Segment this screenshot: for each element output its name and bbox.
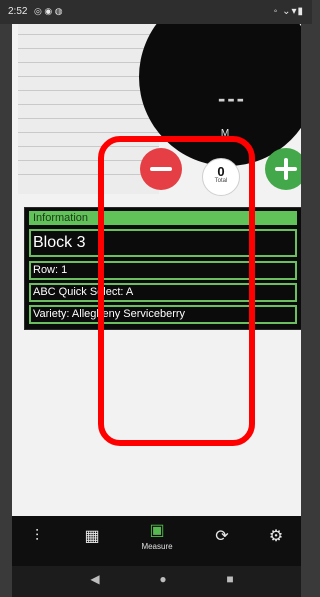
annotation-highlight [98,136,255,446]
nav-settings[interactable]: ⚙ [251,516,301,566]
status-bar: 2:52 ◎ ◉ ◍ ◦ ⌄▾▮ [0,0,312,24]
nav-grid[interactable]: ▦ [67,516,117,566]
folder-icon: ▣ [149,522,165,539]
system-navigation-bar: ◀ ● ■ [12,566,301,597]
nav-refresh[interactable]: ⟳ [197,516,247,566]
grid-icon: ▦ [84,528,100,545]
bottom-navigation: ⫶ ▦ ▣ Measure ⟳ ⚙ [12,516,301,566]
nav-measure-label: Measure [141,542,173,551]
increment-button[interactable] [265,148,301,190]
notification-icons: ◎ ◉ ◍ [34,6,63,16]
nav-measure[interactable]: ▣ Measure [132,516,182,566]
app-content: --- M 0 Total Information Block 3 Row: 1… [12,24,301,516]
back-icon[interactable]: ◀ [80,572,110,592]
recents-icon[interactable]: ■ [215,572,245,592]
system-status-icons: ◦ ⌄▾▮ [273,6,304,17]
gear-icon: ⚙ [268,528,284,545]
status-time: 2:52 [8,6,28,17]
refresh-icon: ⟳ [215,528,229,545]
nav-settings-sliders[interactable]: ⫶ [12,516,62,566]
dial-value: --- [218,86,246,111]
home-icon[interactable]: ● [148,572,178,592]
sliders-icon: ⫶ [34,528,39,545]
